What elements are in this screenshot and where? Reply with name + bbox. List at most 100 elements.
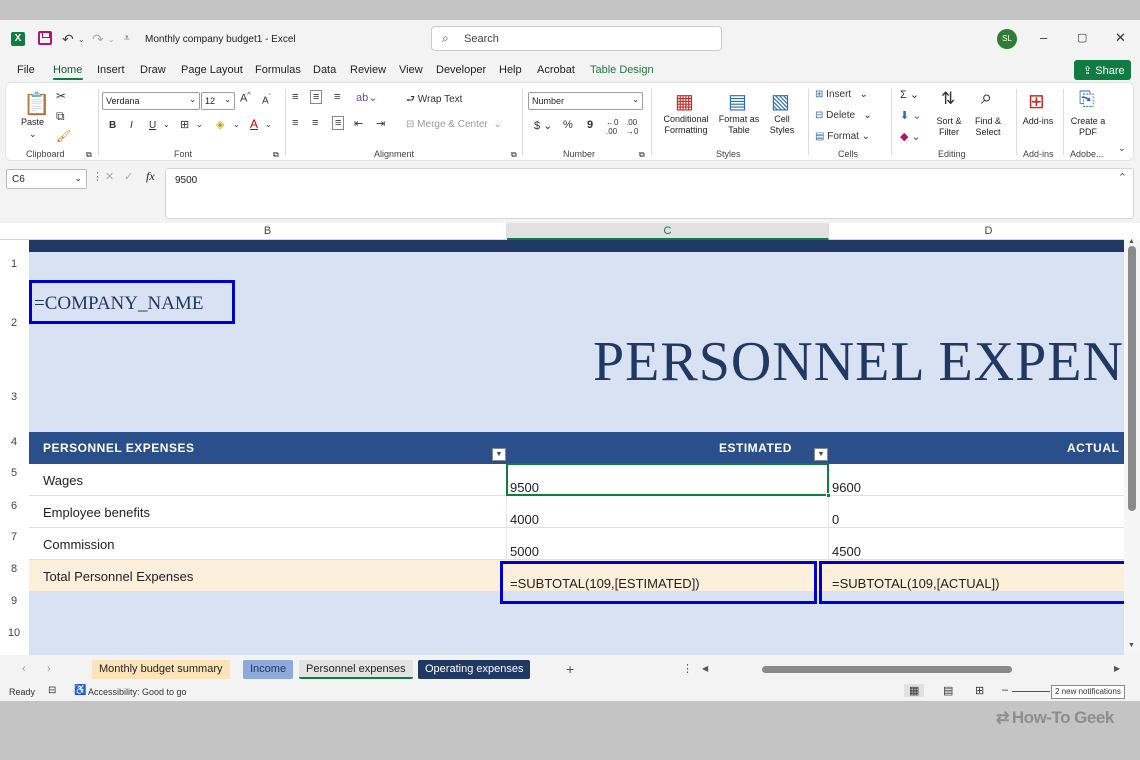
scroll-right-icon[interactable]: ▶ [1114, 664, 1120, 673]
macro-recording-icon[interactable]: ⊟ [48, 685, 56, 696]
avatar[interactable]: SL [997, 29, 1017, 49]
actual-cell[interactable]: 4500 [832, 544, 861, 559]
accessibility-icon[interactable]: ♿ [74, 685, 86, 696]
align-top-icon[interactable]: ≡ [292, 91, 298, 103]
close-button[interactable]: ✕ [1115, 30, 1126, 46]
undo-icon[interactable]: ↶ [62, 31, 74, 48]
next-sheet-icon[interactable]: › [47, 663, 51, 675]
row-header[interactable]: 1 [0, 258, 28, 270]
formula-input[interactable]: 9500 ⌃ [165, 168, 1134, 219]
format-painter-icon[interactable]: 🖌 [56, 129, 71, 143]
merge-center-button[interactable]: ⊟ Merge & Center ⌄ [406, 119, 502, 130]
tab-review[interactable]: Review [350, 64, 386, 76]
chevron-down-icon[interactable]: ⌄ [233, 120, 240, 129]
align-bottom-icon[interactable]: ≡ [334, 91, 340, 103]
conditional-formatting-icon[interactable]: ▦ [675, 89, 694, 114]
row-header[interactable]: 3 [0, 391, 28, 403]
zoom-slider[interactable] [1012, 691, 1050, 692]
filter-dropdown-icon[interactable]: ▼ [814, 448, 828, 461]
tab-home[interactable]: Home [53, 64, 82, 76]
scroll-down-icon[interactable]: ▼ [1128, 642, 1135, 649]
cancel-edit-icon[interactable]: ✕ [105, 170, 114, 183]
dialog-launcher-icon[interactable]: ⧉ [639, 149, 645, 160]
add-ins-button[interactable]: Add-ins [1018, 116, 1058, 127]
tab-insert[interactable]: Insert [97, 64, 125, 76]
scroll-up-icon[interactable]: ▲ [1128, 238, 1135, 245]
row-label-cell[interactable]: Wages [43, 473, 83, 488]
horizontal-scroll-thumb[interactable] [762, 666, 1012, 673]
find-select-icon[interactable]: ⌕ [981, 87, 992, 110]
orientation-icon[interactable]: ab⌄ [356, 91, 377, 104]
total-label-cell[interactable]: Total Personnel Expenses [43, 569, 193, 584]
number-format-select[interactable]: Number ⌄ [528, 92, 643, 110]
italic-button[interactable]: I [130, 120, 133, 131]
header-personnel-expenses[interactable]: PERSONNEL EXPENSES [43, 441, 195, 455]
filter-dropdown-icon[interactable]: ▼ [492, 448, 506, 461]
tab-help[interactable]: Help [499, 64, 522, 76]
format-as-table-button[interactable]: Format as Table [717, 114, 761, 136]
page-title[interactable]: PERSONNEL EXPEN [593, 330, 1124, 394]
dialog-launcher-icon[interactable]: ⧉ [273, 149, 279, 160]
redo-dropdown-icon[interactable]: ⌄ [108, 35, 115, 44]
row-header[interactable]: 10 [0, 627, 28, 639]
font-size-select[interactable]: 12 ⌄ [201, 92, 235, 110]
underline-button[interactable]: U [149, 120, 156, 131]
font-color-icon[interactable]: A [250, 117, 258, 131]
increase-decimal-icon[interactable]: ←0.00 [606, 118, 618, 136]
estimated-cell[interactable]: 5000 [510, 544, 539, 559]
name-box[interactable]: C6 ⌄ [6, 169, 87, 189]
more-options-icon[interactable]: ⋮ [92, 170, 103, 183]
insert-cells-button[interactable]: ⊞ Insert ⌄ [815, 89, 868, 100]
more-options-icon[interactable]: ⋮ [682, 662, 693, 675]
row-header[interactable]: 6 [0, 500, 28, 512]
paste-icon[interactable]: 📋 [23, 91, 50, 117]
row-header[interactable]: 4 [0, 436, 28, 448]
tab-page-layout[interactable]: Page Layout [181, 64, 243, 76]
row-label-cell[interactable]: Employee benefits [43, 505, 150, 520]
fill-icon[interactable]: ⬇ ⌄ [900, 109, 922, 122]
fill-handle[interactable] [826, 493, 831, 498]
cut-icon[interactable]: ✂ [56, 89, 66, 103]
increase-indent-icon[interactable]: ⇥ [376, 117, 385, 130]
tab-draw[interactable]: Draw [140, 64, 166, 76]
tab-view[interactable]: View [399, 64, 423, 76]
zoom-out-icon[interactable]: – [1002, 684, 1008, 696]
actual-cell[interactable]: 0 [832, 512, 839, 527]
tab-acrobat[interactable]: Acrobat [537, 64, 575, 76]
comma-style-icon[interactable]: 9 [587, 119, 593, 131]
page-break-view-icon[interactable]: ⊞ [975, 684, 984, 697]
redo-icon[interactable]: ↷ [92, 31, 104, 48]
confirm-edit-icon[interactable]: ✓ [124, 170, 133, 183]
create-pdf-icon[interactable]: ⎘ [1079, 89, 1094, 111]
align-left-icon[interactable]: ≡ [292, 117, 298, 129]
maximize-button[interactable]: ▢ [1077, 31, 1087, 44]
currency-icon[interactable]: $ ⌄ [534, 119, 552, 132]
column-header-b[interactable]: B [29, 223, 507, 240]
collapse-ribbon-icon[interactable]: ⌄ [1118, 143, 1126, 154]
actual-cell[interactable]: 9600 [832, 480, 861, 495]
find-select-button[interactable]: Find & Select [968, 116, 1008, 138]
clear-icon[interactable]: ◆ ⌄ [900, 130, 921, 143]
increase-font-size-button[interactable]: A^ [240, 92, 251, 105]
row-header[interactable]: 7 [0, 531, 28, 543]
bold-button[interactable]: B [109, 120, 116, 131]
prev-sheet-icon[interactable]: ‹ [22, 663, 26, 675]
tab-table-design[interactable]: Table Design [590, 64, 654, 76]
notifications-badge[interactable]: 2 new notifications [1051, 685, 1125, 699]
autosum-icon[interactable]: Σ ⌄ [900, 88, 919, 101]
insert-function-button[interactable]: fx [146, 169, 155, 184]
page-layout-view-icon[interactable]: ▤ [943, 684, 953, 697]
sheet-tab-personnel-expenses[interactable]: Personnel expenses [299, 660, 413, 679]
format-cells-button[interactable]: ▤ Format ⌄ [815, 131, 870, 142]
dialog-launcher-icon[interactable]: ⧉ [511, 149, 517, 160]
font-name-select[interactable]: Verdana ⌄ [102, 92, 200, 110]
chevron-down-icon[interactable]: ⌄ [163, 120, 170, 129]
sheet-tab-monthly-budget-summary[interactable]: Monthly budget summary [92, 660, 230, 679]
cell-styles-button[interactable]: Cell Styles [762, 114, 802, 136]
save-icon[interactable] [38, 31, 52, 45]
row-header[interactable]: 5 [0, 467, 28, 479]
chevron-down-icon[interactable]: ⌄ [265, 120, 272, 129]
customize-toolbar-icon[interactable]: ⩡ [124, 33, 130, 44]
expand-formula-bar-icon[interactable]: ⌃ [1118, 171, 1127, 184]
row-header[interactable]: 2 [0, 317, 28, 329]
